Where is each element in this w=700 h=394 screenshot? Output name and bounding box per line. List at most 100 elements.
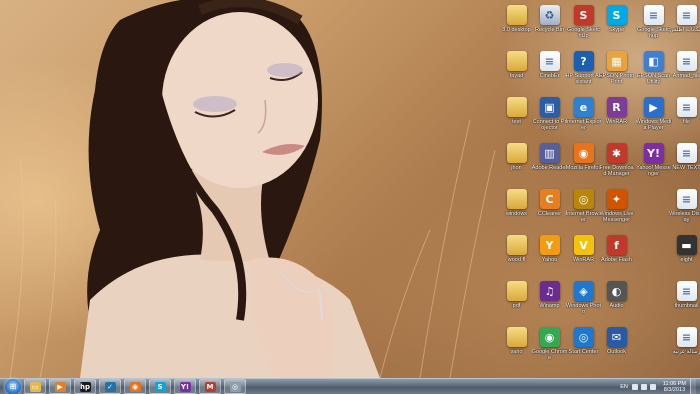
folder-icon <box>506 327 527 347</box>
media-player-icon: ▶ <box>643 97 664 117</box>
desktop-icon[interactable]: f Adobe Flash <box>600 232 633 276</box>
clock[interactable]: 11:06 PM 8/3/2013 <box>663 381 686 393</box>
globe-icon: ◎ <box>573 189 594 209</box>
file-icon: ≡ <box>676 51 697 71</box>
volume-icon[interactable] <box>640 384 647 390</box>
taskbar-button[interactable]: ✓ <box>99 379 121 394</box>
doc-icon: ≡ <box>676 97 697 117</box>
taskbar-button[interactable]: M <box>199 379 221 394</box>
doc-icon: ≡ <box>643 5 664 25</box>
taskbar: ⊞ ▭ ▶ hp ✓ ◉ S Y! M ◎ EN 11:06 PM 8/3/2013 <box>0 378 700 394</box>
desktop-icon[interactable]: ▣ Connect to Projector <box>533 94 566 138</box>
desktop-icon[interactable]: ✱ Free Download Manager <box>599 140 634 184</box>
folder-icon <box>506 143 527 163</box>
desktop-icon[interactable]: C CCleaner <box>533 186 566 230</box>
desktop-icon[interactable]: ♻ Recycle Bin <box>533 2 566 46</box>
desktop-icon[interactable]: ✉ Outlook <box>600 324 633 368</box>
desktop-icon-label: windows <box>505 211 528 217</box>
desktop-icon[interactable]: ? HP Support Assistant <box>566 48 601 92</box>
language-indicator[interactable]: EN <box>620 384 628 390</box>
desktop-icon[interactable]: ◧ EPSON Scan Utility <box>637 48 670 92</box>
start-button[interactable]: ⊞ <box>5 378 21 394</box>
desktop-icon[interactable]: ≡ thumbnail <box>670 278 700 322</box>
desktop-icon-label: Internet Explorer <box>565 119 602 131</box>
flash-icon: f <box>606 235 627 255</box>
film-icon: ▬ <box>676 235 697 255</box>
computer-icon: ▣ <box>539 97 560 117</box>
taskbar-button[interactable]: ▭ <box>24 379 46 394</box>
show-desktop-button[interactable] <box>690 379 696 394</box>
desktop-icon[interactable]: ≡ file <box>670 94 700 138</box>
desktop-icon[interactable]: vario <box>500 324 533 368</box>
desktop-icon[interactable]: ≡ رسالة عربية <box>670 324 700 368</box>
desktop-icon[interactable]: wood fl <box>500 232 533 276</box>
checkmark-icon: ✓ <box>104 381 116 392</box>
taskbar-button[interactable]: S <box>149 379 171 394</box>
desktop-icon[interactable]: ◎ Internet Browser <box>566 186 601 230</box>
desktop-icon-grid: 8.0 desktop ♻ Recycle Bin S Google SketchUp S… <box>500 0 700 378</box>
desktop-icon[interactable]: test <box>500 94 533 138</box>
desktop-icon[interactable]: ✦ Windows Live Messenger <box>600 186 633 230</box>
messenger-icon: ✦ <box>606 189 627 209</box>
desktop-icon-label: file <box>682 119 691 125</box>
desktop-icon-label: Mozilla Firefox <box>565 165 602 171</box>
fdm-icon: ✱ <box>606 143 627 163</box>
folder-icon <box>506 97 527 117</box>
desktop-icon[interactable]: windows <box>500 186 533 230</box>
desktop-icon[interactable]: ▬ eight <box>670 232 700 276</box>
desktop-icon[interactable]: ♫ Winamp <box>533 278 566 322</box>
desktop-icon[interactable]: 8.0 desktop <box>500 2 533 46</box>
desktop-icon-label: Connect to Projector <box>532 119 567 131</box>
desktop-icon-label: Audio <box>609 303 624 309</box>
desktop-icon[interactable]: ≡ سكانات اطلس <box>670 2 700 46</box>
doc-icon: ≡ <box>676 189 697 209</box>
desktop-icon-label: CCleaner <box>537 211 562 217</box>
speaker-icon: ◐ <box>606 281 627 301</box>
taskbar-button[interactable]: hp <box>74 379 96 394</box>
desktop-icon-label: EPSON Photo Print <box>598 73 635 85</box>
desktop-icon-label: Winamp <box>539 303 560 309</box>
recycle-bin-icon: ♻ <box>539 5 560 25</box>
network-icon[interactable] <box>631 384 638 390</box>
desktop-icon[interactable]: S Google SketchUp <box>567 2 600 46</box>
desktop-icon[interactable]: ▶ Windows Media Player <box>635 94 672 138</box>
desktop-icon[interactable]: fayad <box>500 48 533 92</box>
desktop-icon[interactable]: R WinRAR <box>600 94 633 138</box>
desktop-icon[interactable]: ≡ Google Sketchup <box>637 2 670 46</box>
media-player-icon: ▶ <box>54 381 66 392</box>
taskbar-button[interactable]: ◎ <box>224 379 246 394</box>
desktop-icon-label: Outlook <box>607 349 626 355</box>
desktop-icon[interactable]: V WinRAR <box>567 232 600 276</box>
desktop-icon[interactable]: ◎ Start Center <box>567 324 600 368</box>
desktop-icon[interactable]: pdf <box>500 278 533 322</box>
taskbar-button[interactable]: ◉ <box>124 379 146 394</box>
desktop-icon[interactable]: Y! Yahoo! Messenger <box>636 140 671 184</box>
desktop-icon[interactable]: ▥ Adobe Reader <box>532 140 567 184</box>
desktop-icon[interactable]: S Skype <box>600 2 633 46</box>
desktop-icon[interactable]: e Internet Explorer <box>565 94 602 138</box>
desktop-icon-label: Windows Media Player <box>635 119 672 131</box>
desktop-icon-label: WinRAR <box>572 257 595 263</box>
desktop-icon[interactable]: ◉ Mozilla Firefox <box>565 140 602 184</box>
taskbar-button[interactable]: ▶ <box>49 379 71 394</box>
desktop-icon[interactable]: ▦ EPSON Photo Print <box>598 48 635 92</box>
firefox-icon: ◉ <box>129 381 141 392</box>
clock-date: 8/3/2013 <box>663 387 686 393</box>
desktop-icon[interactable]: ≡ Ahmad_file <box>670 48 700 92</box>
desktop-icon-label: سكانات اطلس <box>669 27 700 33</box>
desktop-icon[interactable]: ≡ Wireless Display <box>669 186 700 230</box>
desktop-icon[interactable]: ◈ Windows Photo <box>566 278 601 322</box>
desktop-icon-label: Free Download Manager <box>599 165 634 177</box>
desktop-icon[interactable]: jhon <box>500 140 533 184</box>
skype-icon: S <box>154 381 166 392</box>
chrome-icon: ◉ <box>539 327 560 347</box>
desktop-icon[interactable]: ◉ Google Chrome <box>532 324 567 368</box>
desktop-icon[interactable]: ≡ NEW TEXT <box>670 140 700 184</box>
taskbar-button[interactable]: Y! <box>174 379 196 394</box>
desktop-icon[interactable]: Y Yahoo <box>533 232 566 276</box>
desktop-icon-label: jhon <box>511 165 522 171</box>
desktop-icon[interactable]: ≡ CinebEr <box>533 48 566 92</box>
pinned-apps: ▭ ▶ hp ✓ ◉ S Y! M ◎ <box>21 379 246 394</box>
desktop-icon[interactable]: ◐ Audio <box>600 278 633 322</box>
flag-icon[interactable] <box>649 384 656 390</box>
